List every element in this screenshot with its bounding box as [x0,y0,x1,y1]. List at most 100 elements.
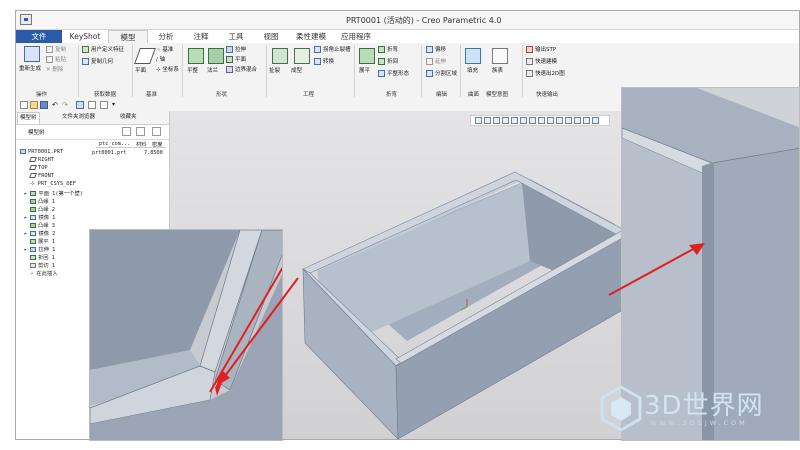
bend-back-button[interactable]: 折回 [378,58,398,66]
tree-item-bendback-1[interactable]: 折回 1 [30,253,55,261]
tree-item-flange-2[interactable]: 凸缘 2 [30,205,55,213]
tab-keyshot[interactable]: KeyShot [63,30,107,43]
group-shapes-label[interactable]: 形状 [216,90,227,98]
tab-file[interactable]: 文件 [16,30,62,43]
datum-plane-icon[interactable] [134,48,156,64]
redo-icon[interactable]: ↷ [62,101,70,109]
unbend-icon[interactable] [359,48,375,64]
tree-item-right[interactable]: RIGHT [29,157,54,163]
group-bends-label[interactable]: 折弯 [386,90,397,98]
tree-item-csys[interactable]: ⊹ PRT_CSYS_DEF [30,181,76,187]
tab-folder-browser[interactable]: 文件夹浏览器 [60,112,97,123]
undo-icon[interactable]: ↶ [52,101,60,109]
tree-item-flat-1[interactable]: ▸ 平面 1(第一个壁) [24,189,83,197]
datum-axis-button[interactable]: / 轴 [156,56,165,64]
app-icon[interactable] [20,14,32,25]
planar-button[interactable]: 平面 [226,56,246,64]
group-quick-output-label[interactable]: 快速输出 [536,90,558,98]
tree-item-top[interactable]: TOP [29,165,48,171]
panel-tabs: 模型树 文件夹浏览器 收藏夹 [16,111,169,125]
tree-item-cut-1[interactable]: 剪切 1 [30,261,55,269]
tab-model[interactable]: 模型 [108,30,148,43]
copy-geometry-button[interactable]: 复制几何 [82,58,113,66]
tab-annotate[interactable]: 注释 [184,30,218,43]
tab-favorites[interactable]: 收藏夹 [118,112,139,123]
group-operations-label[interactable]: 操作 [36,90,47,98]
flat-wall-icon[interactable] [188,48,204,64]
extend-button[interactable]: 延伸 [426,58,446,66]
regenerate-icon[interactable] [24,46,40,62]
group-surface-label[interactable]: 曲面 [468,90,479,98]
flange-wall-button[interactable]: 法兰 [207,67,218,75]
tab-flexible-modeling[interactable]: 柔性建模 [289,30,333,43]
boundary-blend-button[interactable]: 边界混合 [226,66,257,74]
group-get-data-label[interactable]: 获取数据 [94,90,116,98]
datum-axis-label: 轴 [159,57,166,63]
csys-button[interactable]: ⊹ 坐标系 [156,66,179,74]
export-stp-icon [526,46,533,53]
copy-button[interactable]: 复制 [46,46,66,54]
tab-applications[interactable]: 应用程序 [334,30,378,43]
fill-button[interactable]: 填充 [467,67,478,75]
unbend-button[interactable]: 展平 [359,67,370,75]
tree-item-extrude-1[interactable]: ▸ 拉伸 1 [24,245,55,253]
bend-label: 折弯 [387,47,399,53]
close-window-icon[interactable] [100,101,108,109]
split-area-icon [426,70,433,77]
extrude-label: 拉伸 [235,47,247,53]
fill-icon[interactable] [465,48,481,64]
planar-form-button[interactable]: 平整形态 [378,70,409,78]
tree-filter-icon[interactable] [136,127,145,136]
csys-label: 坐标系 [162,67,179,73]
regenerate-button[interactable]: 重新生成 [19,65,41,73]
convert-button[interactable]: 转换 [314,58,334,66]
rip-icon[interactable] [272,48,288,64]
tree-item-part[interactable]: PRT0001.PRT [20,149,63,155]
rip-button[interactable]: 扯裂 [269,67,280,75]
tree-settings-icon[interactable] [122,127,131,136]
windows-icon[interactable] [88,101,96,109]
corner-relief-button[interactable]: 拐角止裂槽 [314,46,351,54]
form-icon[interactable] [294,48,310,64]
tree-columns-icon[interactable] [152,127,161,136]
group-editing-label[interactable]: 编辑 [436,90,447,98]
group-model-intent-label[interactable]: 模型意图 [486,90,508,98]
group-datum-label[interactable]: 基准 [146,90,157,98]
tab-analysis[interactable]: 分析 [149,30,183,43]
tab-tools[interactable]: 工具 [219,30,253,43]
extrude-button[interactable]: 拉伸 [226,46,246,54]
divider [354,45,355,97]
new-icon[interactable] [20,101,28,109]
tree-item-mirror-2[interactable]: ▸ 镜像 2 [24,229,55,237]
customize-toolbar-icon[interactable]: ▾ [112,101,120,109]
save-icon[interactable] [40,101,48,109]
planar-form-label: 平整形态 [387,71,410,77]
tab-model-tree[interactable]: 模型树 [17,112,40,124]
bend-button[interactable]: 折弯 [378,46,398,54]
udf-button[interactable]: 用户定义特征 [82,46,124,54]
form-button[interactable]: 成型 [291,67,302,75]
offset-button[interactable]: 偏移 [426,46,446,54]
group-engineering-label[interactable]: 工程 [303,90,314,98]
quick-model-button[interactable]: 快速建模 [526,58,557,66]
regenerate-small-icon[interactable] [76,101,84,109]
tree-item-flange-1[interactable]: 凸缘 1 [30,197,55,205]
family-table-button[interactable]: 族表 [492,67,503,75]
open-icon[interactable] [30,101,38,109]
datum-plane-button[interactable]: 平面 [135,67,146,75]
paste-button[interactable]: 粘贴 [46,56,66,64]
tree-item-front[interactable]: FRONT [29,173,54,179]
flat-wall-button[interactable]: 平整 [187,67,198,75]
tree-item-unbend-1[interactable]: 展平 1 [30,237,55,245]
tree-item-flange-3[interactable]: 凸缘 3 [30,221,55,229]
tree-item-insert-here[interactable]: ➔ 在此插入 [30,269,58,277]
tab-view[interactable]: 视图 [254,30,288,43]
delete-button[interactable]: ✕ 删除 [46,66,63,74]
tree-item-mirror-1[interactable]: ▸ 镜像 1 [24,213,55,221]
flange-wall-icon[interactable] [208,48,224,64]
quick-2d-button[interactable]: 快速出2D图 [526,70,565,78]
export-stp-button[interactable]: 输出STP [526,46,556,54]
family-table-icon[interactable] [492,48,508,64]
split-area-button[interactable]: 分割区域 [426,70,457,78]
datum-point-button[interactable]: ⁘ 基准 [156,46,173,54]
